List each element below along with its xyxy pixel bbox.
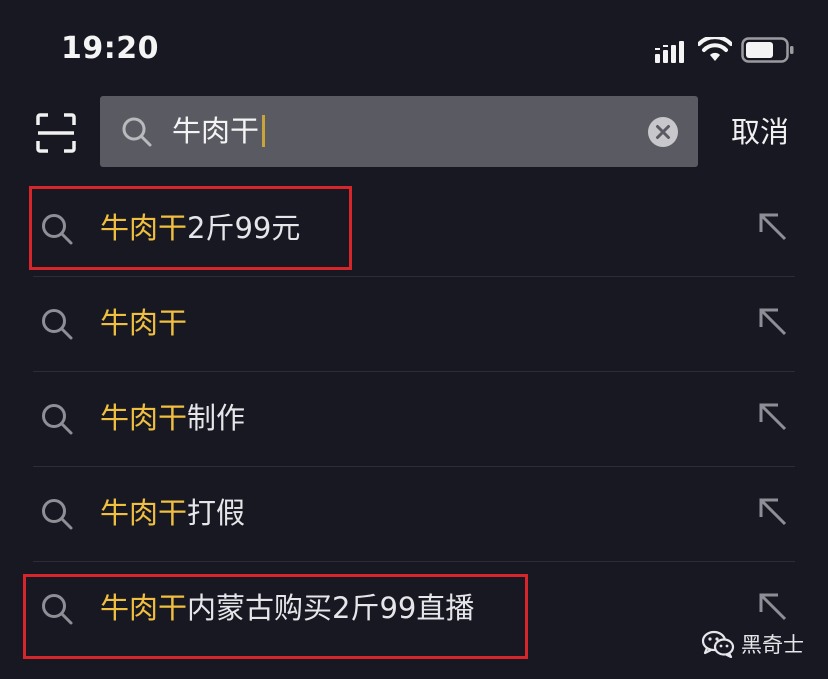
- scan-icon[interactable]: [36, 113, 76, 153]
- suggestion-rest: 打假: [187, 496, 246, 530]
- search-query-text: 牛肉干: [172, 114, 260, 148]
- search-icon: [42, 499, 73, 530]
- arrow-up-left-icon[interactable]: [756, 210, 788, 242]
- suggestion-item[interactable]: 牛肉干制作: [0, 372, 828, 467]
- arrow-up-left-icon[interactable]: [756, 400, 788, 432]
- suggestion-text: 牛肉干内蒙古购买2斤99直播: [100, 588, 474, 628]
- suggestion-highlight: 牛肉干: [100, 591, 188, 625]
- suggestion-highlight: 牛肉干: [100, 496, 188, 530]
- arrow-up-left-icon[interactable]: [756, 305, 788, 337]
- search-icon: [42, 214, 73, 245]
- watermark: 黑奇士: [701, 629, 804, 659]
- suggestion-text: 牛肉干打假: [100, 493, 245, 533]
- suggestion-list: 牛肉干2斤99元 牛肉干 牛肉干制作 牛肉干打假 牛肉干内蒙古购买2斤99直播: [0, 182, 828, 657]
- suggestion-text: 牛肉干制作: [100, 398, 245, 438]
- suggestion-item[interactable]: 牛肉干: [0, 277, 828, 372]
- search-icon: [122, 117, 152, 147]
- suggestion-rest: 制作: [187, 401, 246, 435]
- arrow-up-left-icon[interactable]: [756, 590, 788, 622]
- suggestion-highlight: 牛肉干: [100, 401, 188, 435]
- search-icon: [42, 309, 73, 340]
- search-icon: [42, 404, 73, 435]
- suggestion-highlight: 牛肉干: [100, 211, 188, 245]
- signal-icon: [655, 41, 684, 63]
- suggestion-text: 牛肉干: [100, 303, 187, 343]
- watermark-text: 黑奇士: [741, 633, 804, 657]
- suggestion-item[interactable]: 牛肉干打假: [0, 467, 828, 562]
- suggestion-rest: 2斤99元: [187, 211, 301, 245]
- suggestion-rest: 内蒙古购买2斤99直播: [187, 591, 475, 625]
- suggestion-text: 牛肉干2斤99元: [100, 208, 300, 248]
- wechat-icon: [701, 630, 735, 658]
- search-icon: [42, 594, 73, 625]
- text-caret: [262, 115, 266, 147]
- wifi-icon: [698, 37, 732, 61]
- clear-icon[interactable]: [647, 116, 679, 148]
- search-field[interactable]: 牛肉干: [100, 96, 698, 167]
- suggestion-highlight: 牛肉干: [100, 306, 188, 340]
- arrow-up-left-icon[interactable]: [756, 495, 788, 527]
- cancel-button[interactable]: 取消: [731, 112, 789, 152]
- battery-icon: [741, 37, 794, 63]
- status-time: 19:20: [61, 31, 159, 66]
- search-input[interactable]: 牛肉干: [172, 111, 266, 151]
- search-screen: 19:20 牛肉干 取消 牛肉干2斤99元 牛肉干 牛肉干制作 牛肉干打假 牛肉…: [0, 0, 828, 679]
- suggestion-item[interactable]: 牛肉干2斤99元: [0, 182, 828, 277]
